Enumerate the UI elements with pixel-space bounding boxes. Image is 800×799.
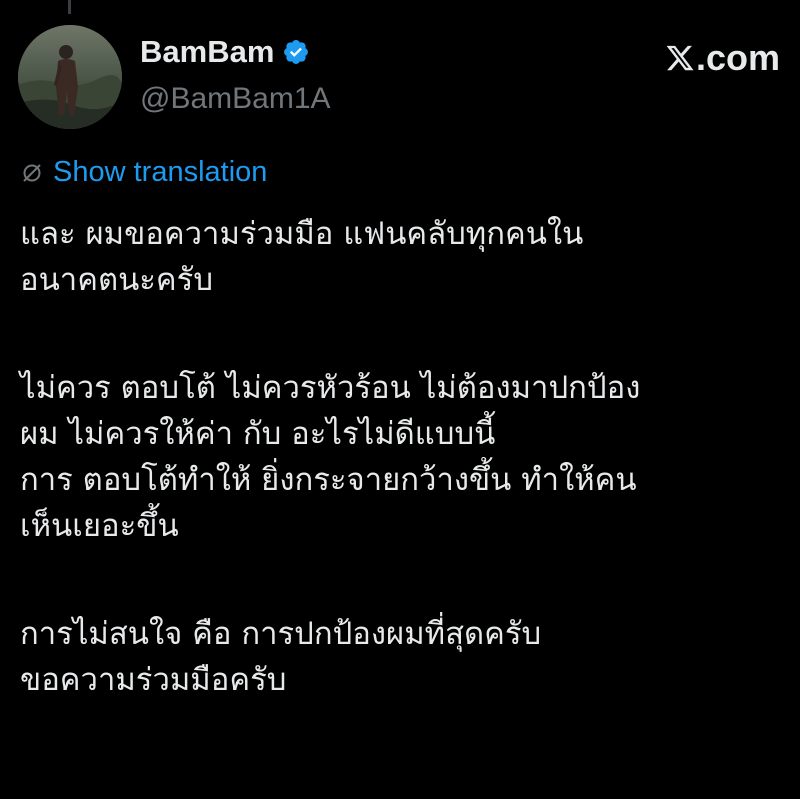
tweet-text-line: อนาคตนะครับ — [20, 262, 213, 298]
tweet-text-line: และ ผมขอความร่วมมือ แฟนคลับทุกคนใน — [20, 216, 584, 252]
tweet-text-line: ไม่ควร ตอบโต้ ไม่ควรหัวร้อน ไม่ต้องมาปกป… — [20, 370, 641, 406]
author-handle[interactable]: @BamBam1A — [140, 84, 331, 114]
verified-badge-icon — [284, 39, 309, 64]
avatar[interactable] — [18, 25, 122, 129]
x-logo-icon — [666, 45, 694, 71]
translation-row[interactable]: Show translation — [20, 158, 267, 187]
author-name-text: BamBam — [140, 34, 275, 69]
site-logo[interactable]: .com — [665, 40, 780, 76]
thread-connector-line — [68, 0, 71, 14]
tweet-text-line: ขอความร่วมมือครับ — [20, 662, 287, 698]
tweet-text-line: การไม่สนใจ คือ การปกป้องผมที่สุดครับ — [20, 616, 542, 652]
show-translation-link[interactable]: Show translation — [53, 158, 267, 187]
tweet-text-line: ผม ไม่ควรให้ค่า กับ อะไรไม่ดีแบบนี้ — [20, 416, 496, 452]
author-display-name[interactable]: BamBam — [140, 36, 310, 67]
profile-photo — [18, 25, 122, 129]
tweet-text-line: เห็นเยอะขึ้น — [20, 508, 179, 544]
site-logo-text: .com — [695, 37, 780, 78]
tweet-text-line: การ ตอบโต้ทำให้ ยิ่งกระจายกว้างขึ้น ทำให… — [20, 462, 637, 498]
globe-icon — [23, 163, 41, 182]
tweet-text: และ ผมขอความร่วมมือ แฟนคลับทุกคนใน อนาคต… — [20, 211, 790, 703]
